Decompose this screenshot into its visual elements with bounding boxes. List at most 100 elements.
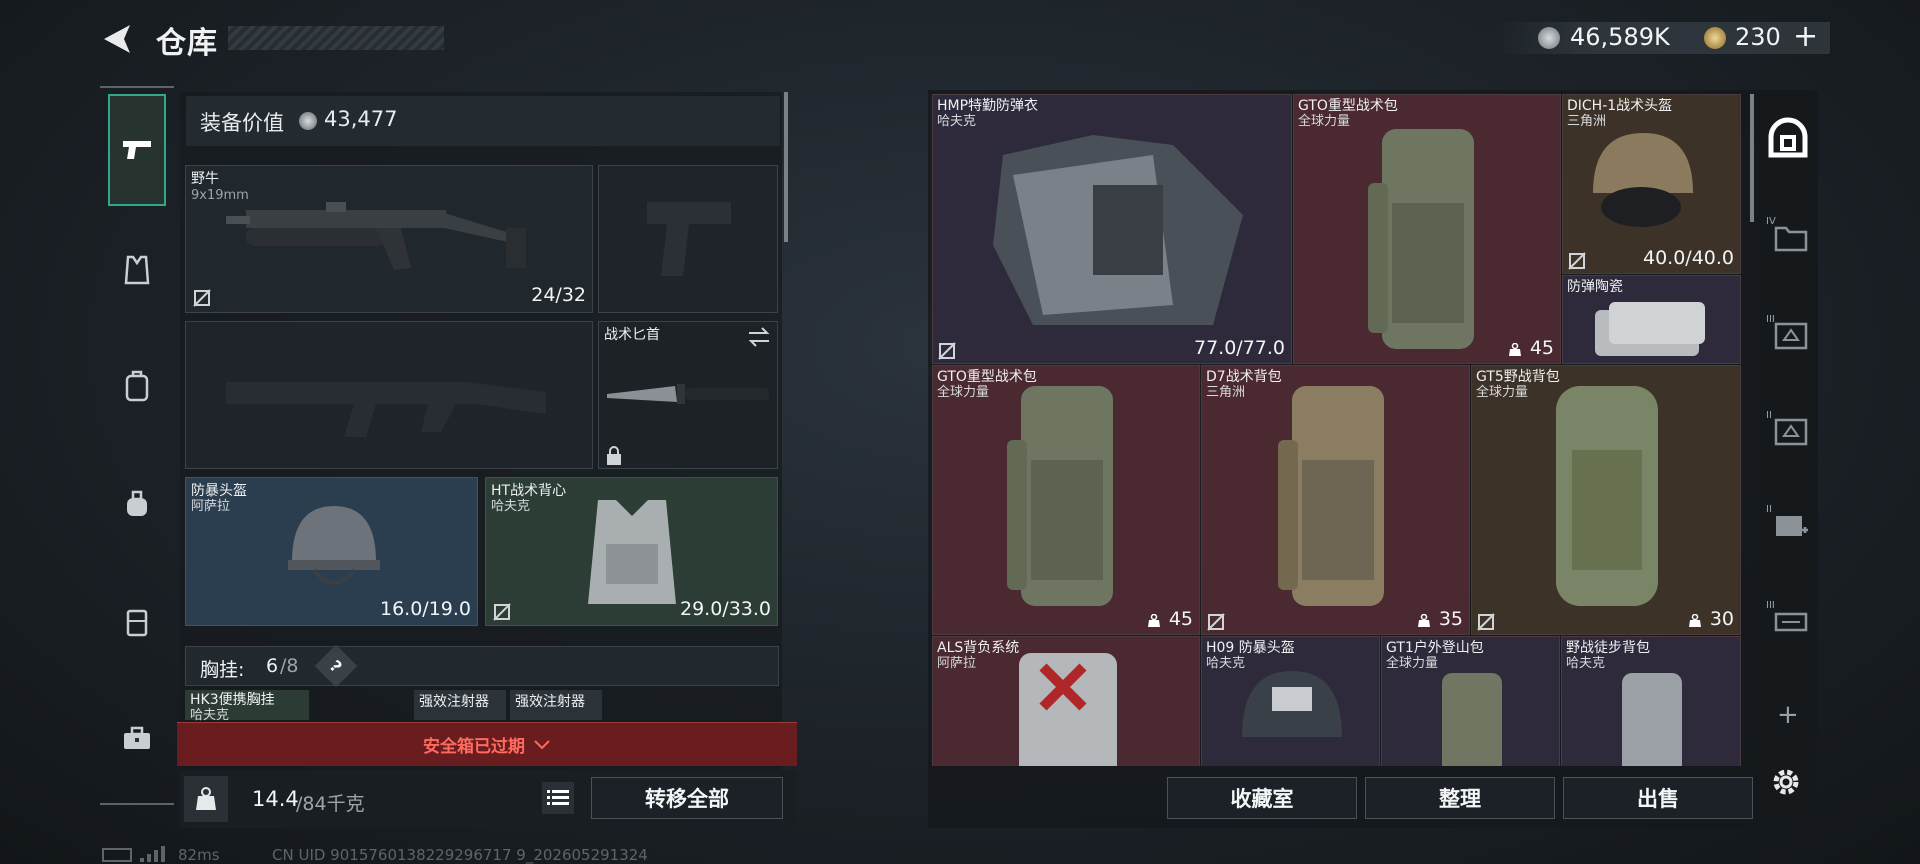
premium-coin-icon <box>1704 27 1726 49</box>
item-origin: 全球力量 <box>937 385 990 400</box>
item-origin: 全球力量 <box>1298 114 1351 129</box>
add-currency-button[interactable]: + <box>1793 19 1818 54</box>
weight-icon <box>1418 614 1430 627</box>
stash-item[interactable]: 防弹陶瓷 <box>1562 275 1741 364</box>
medkit-icon <box>1776 516 1808 536</box>
equipment-scrollbar[interactable] <box>784 92 788 242</box>
armor-origin: 哈夫克 <box>491 499 531 514</box>
rig-item-origin: 哈夫克 <box>190 708 230 723</box>
settings-button[interactable] <box>1768 764 1804 800</box>
equipment-value: 43,477 <box>324 107 398 131</box>
stash-row-clip: ALS背负系统 阿萨拉 H09 防暴头盔 哈夫克 GT1户外登山包 全球力量 野… <box>932 636 1741 766</box>
lock-icon <box>607 446 621 465</box>
weapon-case-icon <box>1774 612 1808 632</box>
item-name: GTO重型战术包 <box>1298 98 1398 114</box>
helmet-name: 防暴头盔 <box>191 483 247 499</box>
item-origin: 哈夫克 <box>1566 656 1606 671</box>
toolbox-icon <box>124 726 150 749</box>
sell-button[interactable]: 出售 <box>1563 777 1753 819</box>
armor-name: HT战术背心 <box>491 483 567 499</box>
add-stash-tab-button[interactable]: + <box>1777 700 1799 730</box>
item-name: D7战术背包 <box>1206 369 1282 385</box>
item-origin: 全球力量 <box>1476 385 1529 400</box>
list-view-button[interactable] <box>542 782 574 814</box>
primary-weapon-slot[interactable]: 野牛 9x19mm 24/32 <box>185 165 593 313</box>
stash-scrollbar[interactable] <box>1750 94 1754 222</box>
stash-item[interactable]: GT5野战背包 全球力量 30 <box>1471 365 1741 635</box>
stash-item[interactable]: DICH-1战术头盔 三角洲 40.0/40.0 <box>1562 94 1741 274</box>
chest-rig-total: /8 <box>280 655 299 677</box>
pistol-placeholder-icon <box>647 202 731 276</box>
sidebar-tab-armor[interactable] <box>116 250 158 290</box>
title-underline-decoration <box>228 26 444 50</box>
stash-item[interactable]: GTO重型战术包 全球力量 45 <box>1293 94 1561 364</box>
stash-item[interactable]: HMP特勤防弹衣 哈夫克 77.0/77.0 <box>932 94 1292 364</box>
safe-box-expired-text: 安全箱已过期 <box>423 737 525 757</box>
rig-item[interactable]: 强效注射器 <box>414 690 506 720</box>
transfer-all-button[interactable]: 转移全部 <box>591 777 783 819</box>
helmet-durability: 16.0/19.0 <box>379 598 471 620</box>
sidebar-tab-case[interactable] <box>116 718 158 758</box>
stash-tab[interactable]: III <box>1766 600 1812 640</box>
stash-item[interactable]: 野战徒步背包 哈夫克 <box>1561 636 1741 766</box>
stash-item[interactable]: D7战术背包 三角洲 35 <box>1201 365 1470 635</box>
weight-max: /84千克 <box>296 793 365 815</box>
no-insurance-icon <box>1207 613 1225 631</box>
stash-tab-level: II <box>1766 410 1772 421</box>
stash-tab-all[interactable] <box>1762 112 1814 164</box>
item-origin: 哈夫克 <box>937 114 977 129</box>
sidebar-tab-bag[interactable] <box>116 484 158 524</box>
stash-item[interactable]: GT1户外登山包 全球力量 <box>1381 636 1560 766</box>
item-count: 45 <box>1529 337 1554 359</box>
weight-current: 14.4 <box>252 787 299 811</box>
chest-rig-count: 6 <box>266 655 279 677</box>
coin-icon <box>1538 27 1560 49</box>
stash-item[interactable]: GTO重型战术包 全球力量 45 <box>932 365 1200 635</box>
sidebar-tab-weapons[interactable] <box>108 94 166 206</box>
rifle-placeholder-icon <box>226 382 546 437</box>
gear-icon <box>1773 769 1799 795</box>
item-origin: 三角洲 <box>1206 385 1246 400</box>
stash-tab[interactable]: II <box>1766 410 1812 450</box>
helmet-image <box>1242 671 1342 737</box>
sidebar-tab-backpack[interactable] <box>116 366 158 406</box>
stash-item[interactable]: ALS背负系统 阿萨拉 <box>932 636 1200 766</box>
chevron-down-icon <box>534 739 550 749</box>
stash-item[interactable]: H09 防暴头盔 哈夫克 <box>1201 636 1380 766</box>
page-title: 仓库 <box>156 26 218 61</box>
safe-box-expired-banner[interactable]: 安全箱已过期 <box>177 722 797 766</box>
weight-icon <box>1689 614 1701 627</box>
stash-tab[interactable]: II <box>1766 504 1812 544</box>
secondary-weapon-slot[interactable] <box>185 321 593 469</box>
swap-icon[interactable] <box>747 326 771 348</box>
sidearm-slot[interactable] <box>598 165 778 313</box>
armor-vest-image <box>588 500 676 604</box>
back-arrow-icon <box>104 25 130 53</box>
back-button[interactable] <box>100 22 134 56</box>
helmet-image <box>288 506 380 585</box>
rig-item[interactable]: HK3便携胸挂 哈夫克 <box>185 690 309 723</box>
helmet-slot[interactable]: 防暴头盔 阿萨拉 16.0/19.0 <box>185 477 478 626</box>
uid: CN UID 9015760138229296717 9_20260529132… <box>272 846 648 864</box>
item-name: H09 防暴头盔 <box>1206 640 1295 656</box>
folder-icon <box>1774 226 1808 252</box>
sort-button[interactable]: 整理 <box>1365 777 1555 819</box>
item-count: 35 <box>1438 608 1463 630</box>
armor-slot[interactable]: HT战术背心 哈夫克 29.0/33.0 <box>485 477 778 626</box>
item-name: ALS背负系统 <box>937 640 1020 656</box>
sidebar-tab-rig[interactable] <box>116 602 158 642</box>
stash-tab[interactable]: IV <box>1766 216 1812 256</box>
stash-tab[interactable]: III <box>1766 314 1812 354</box>
backpack-image <box>1622 673 1682 766</box>
chest-rig-label: 胸挂: <box>200 659 245 681</box>
container-icon <box>1774 322 1808 350</box>
rig-item-name: 强效注射器 <box>419 694 489 710</box>
no-insurance-icon <box>1568 252 1586 270</box>
armor-vest-image <box>993 135 1243 325</box>
knife-slot[interactable]: 战术匕首 <box>598 321 778 469</box>
helmet-origin: 阿萨拉 <box>191 499 231 514</box>
sidebar-top-line <box>100 86 174 88</box>
backpack-image <box>1019 653 1117 766</box>
collection-room-button[interactable]: 收藏室 <box>1167 777 1357 819</box>
rig-item[interactable]: 强效注射器 <box>510 690 602 720</box>
